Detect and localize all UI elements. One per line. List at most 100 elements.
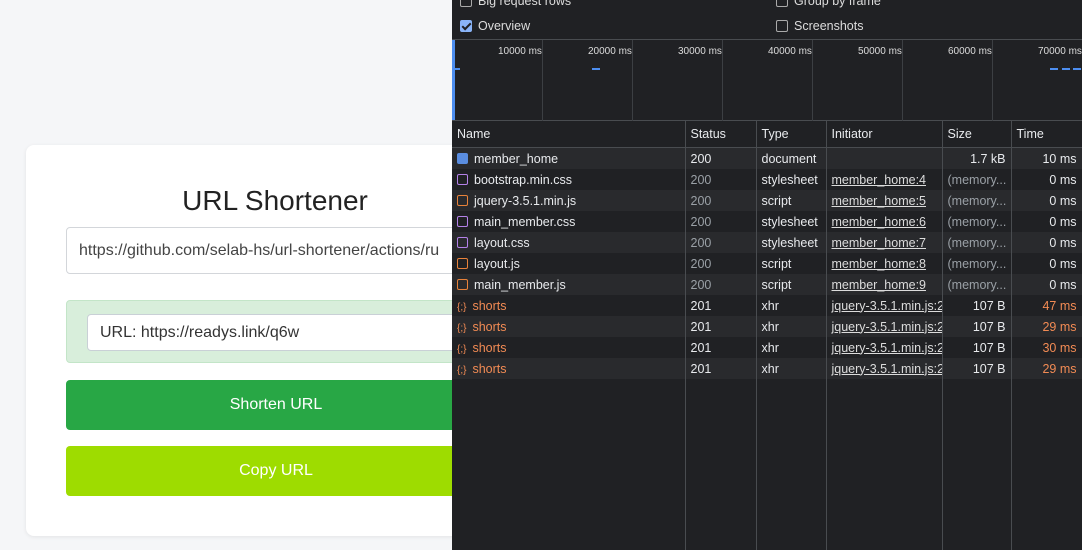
cell-type: script (756, 253, 827, 274)
overview-request-bar (592, 68, 600, 70)
cell-status: 200 (685, 147, 757, 169)
cell-name[interactable]: bootstrap.min.css (452, 169, 686, 190)
column-header-initiator[interactable]: Initiator (826, 121, 943, 148)
overview-tick: 10000 ms (498, 46, 542, 57)
cell-name[interactable]: {;} shorts (452, 337, 686, 358)
overview-left-handle[interactable] (452, 40, 455, 120)
script-icon (457, 194, 468, 206)
cell-time: 30 ms (1011, 337, 1082, 358)
cell-initiator[interactable]: member_home:5 (826, 190, 943, 211)
overview-tick: 40000 ms (768, 46, 812, 57)
checkbox-icon[interactable] (776, 20, 788, 32)
table-row[interactable]: layout.js 200 script member_home:8 (memory..… (452, 253, 1082, 274)
cell-initiator[interactable]: jquery-3.5.1.min.js:2 (826, 358, 943, 379)
cell-initiator[interactable]: jquery-3.5.1.min.js:2 (826, 337, 943, 358)
initiator-link[interactable]: member_home:8 (832, 257, 927, 271)
cell-time: 0 ms (1011, 253, 1082, 274)
table-row[interactable]: member_home 200 document 1.7 kB 10 ms (452, 147, 1082, 169)
cell-initiator[interactable]: member_home:7 (826, 232, 943, 253)
short-url-field[interactable]: URL: https://readys.link/q6w (87, 314, 487, 351)
initiator-link[interactable]: member_home:5 (832, 194, 927, 208)
initiator-link[interactable]: member_home:7 (832, 236, 927, 250)
table-row[interactable]: jquery-3.5.1.min.js 200 script member_home:… (452, 190, 1082, 211)
cell-size: 107 B (942, 337, 1012, 358)
overview-request-bar (1073, 68, 1081, 70)
cell-status: 200 (685, 211, 757, 232)
column-header-time[interactable]: Time (1011, 121, 1082, 148)
request-name: bootstrap.min.css (474, 172, 572, 187)
table-row[interactable]: layout.css 200 stylesheet member_home:7 (mem… (452, 232, 1082, 253)
cell-initiator[interactable]: member_home:4 (826, 169, 943, 190)
cell-size: (memory... (942, 169, 1012, 190)
copy-url-button[interactable]: Copy URL (66, 446, 486, 496)
cell-status: 201 (685, 316, 757, 337)
cell-initiator[interactable]: jquery-3.5.1.min.js:2 (826, 316, 943, 337)
initiator-link[interactable]: member_home:9 (832, 278, 927, 292)
initiator-link[interactable]: member_home:6 (832, 215, 927, 229)
cell-name[interactable]: main_member.js (452, 274, 686, 295)
initiator-link[interactable]: jquery-3.5.1.min.js:2 (832, 320, 942, 334)
checkbox-icon[interactable] (460, 0, 472, 7)
initiator-link[interactable]: member_home:4 (832, 173, 927, 187)
column-header-size[interactable]: Size (942, 121, 1012, 148)
cell-name[interactable]: layout.js (452, 253, 686, 274)
column-header-status[interactable]: Status (685, 121, 757, 148)
overview-option[interactable]: Overview (460, 19, 530, 33)
table-row[interactable]: {;} shorts 201 xhr jquery-3.5.1.min.js:2 107 … (452, 316, 1082, 337)
big-request-rows-option[interactable]: Big request rows (460, 0, 571, 8)
initiator-link[interactable]: jquery-3.5.1.min.js:2 (832, 299, 942, 313)
cell-name[interactable]: member_home (452, 147, 686, 169)
request-name: layout.css (474, 235, 530, 250)
cell-status: 201 (685, 337, 757, 358)
column-header-type[interactable]: Type (756, 121, 827, 148)
table-row[interactable]: {;} shorts 201 xhr jquery-3.5.1.min.js:2 107 … (452, 358, 1082, 379)
devtools-network-panel: Big request rows Group by frame Overview… (452, 0, 1082, 550)
cell-name[interactable]: {;} shorts (452, 295, 686, 316)
overview-tick: 60000 ms (948, 46, 992, 57)
cell-name[interactable]: {;} shorts (452, 358, 686, 379)
initiator-link[interactable]: jquery-3.5.1.min.js:2 (832, 362, 942, 376)
table-row[interactable]: main_member.css 200 stylesheet member_home:… (452, 211, 1082, 232)
cell-status: 201 (685, 295, 757, 316)
xhr-icon: {;} (457, 301, 467, 313)
cell-initiator[interactable]: member_home:6 (826, 211, 943, 232)
group-by-frame-option[interactable]: Group by frame (776, 0, 881, 8)
cell-time: 0 ms (1011, 274, 1082, 295)
shorten-url-button[interactable]: Shorten URL (66, 380, 486, 430)
cell-time: 0 ms (1011, 169, 1082, 190)
cell-name[interactable]: jquery-3.5.1.min.js (452, 190, 686, 211)
stylesheet-icon (457, 215, 468, 227)
cell-size: (memory... (942, 274, 1012, 295)
cell-time: 10 ms (1011, 147, 1082, 169)
table-row[interactable]: bootstrap.min.css 200 stylesheet member_hom… (452, 169, 1082, 190)
cell-size: (memory... (942, 253, 1012, 274)
network-overview[interactable]: 10000 ms 20000 ms 30000 ms 40000 ms 5000… (452, 39, 1082, 122)
column-header-name[interactable]: Name (452, 121, 686, 148)
checkbox-icon[interactable] (776, 0, 788, 7)
cell-name[interactable]: main_member.css (452, 211, 686, 232)
overview-tick: 30000 ms (678, 46, 722, 57)
stylesheet-icon (457, 236, 468, 248)
table-header-row: Name Status Type Initiator Size Time (452, 121, 1082, 148)
cell-status: 200 (685, 232, 757, 253)
cell-initiator[interactable]: jquery-3.5.1.min.js:2 (826, 295, 943, 316)
initiator-link[interactable]: jquery-3.5.1.min.js:2 (832, 341, 942, 355)
table-row[interactable]: {;} shorts 201 xhr jquery-3.5.1.min.js:2 107 … (452, 337, 1082, 358)
cell-initiator[interactable]: member_home:9 (826, 274, 943, 295)
table-row[interactable]: {;} shorts 201 xhr jquery-3.5.1.min.js:2 107 … (452, 295, 1082, 316)
cell-time: 0 ms (1011, 211, 1082, 232)
cell-name[interactable]: layout.css (452, 232, 686, 253)
cell-initiator[interactable] (826, 147, 943, 169)
checkbox-checked-icon[interactable] (460, 20, 472, 32)
cell-status: 201 (685, 358, 757, 379)
cell-status: 200 (685, 169, 757, 190)
table-row[interactable]: main_member.js 200 script member_home:9 (mem… (452, 274, 1082, 295)
cell-status: 200 (685, 274, 757, 295)
cell-type: xhr (756, 295, 827, 316)
screenshots-option[interactable]: Screenshots (776, 19, 863, 33)
document-icon (457, 152, 468, 164)
url-input[interactable]: https://github.com/selab-hs/url-shortene… (66, 227, 486, 274)
cell-name[interactable]: {;} shorts (452, 316, 686, 337)
overview-tick: 70000 ms (1038, 46, 1082, 57)
cell-initiator[interactable]: member_home:8 (826, 253, 943, 274)
